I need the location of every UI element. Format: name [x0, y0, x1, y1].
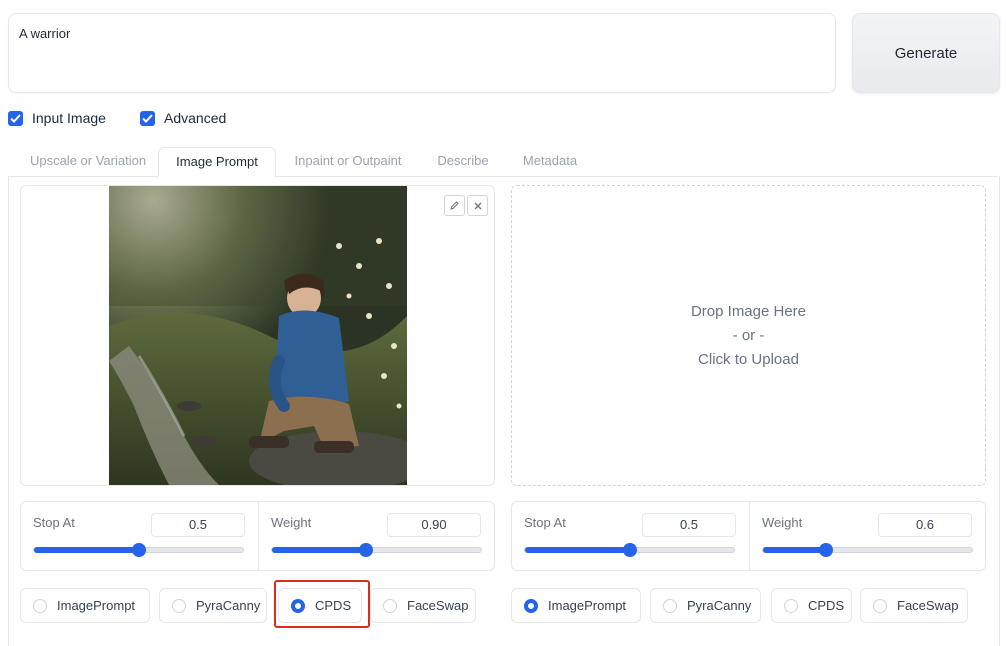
click-upload-text: Click to Upload: [698, 350, 799, 368]
radio-faceswap-right[interactable]: FaceSwap: [860, 588, 968, 623]
stop-at-number-input[interactable]: 0.5: [642, 513, 736, 537]
slider-fill: [763, 547, 826, 553]
radio-label: ImagePrompt: [57, 598, 136, 613]
prompt-textarea[interactable]: A warrior: [8, 13, 836, 93]
checkmark-icon: [140, 110, 155, 126]
stop-at-slider-group: Stop At 0.5: [512, 502, 749, 570]
tab-image-prompt[interactable]: Image Prompt: [158, 147, 276, 178]
radio-pyracanny-left[interactable]: PyraCanny: [159, 588, 267, 623]
stop-at-number-input[interactable]: 0.5: [151, 513, 245, 537]
slider-handle[interactable]: [622, 543, 637, 557]
advanced-label: Advanced: [164, 110, 227, 126]
close-icon[interactable]: [467, 195, 488, 216]
or-text: - or -: [732, 326, 765, 344]
radio-label: FaceSwap: [407, 598, 469, 613]
advanced-checkbox[interactable]: Advanced: [140, 110, 226, 126]
radio-cpds-left[interactable]: CPDS: [278, 588, 362, 623]
slider-fill: [272, 547, 367, 553]
edit-icon[interactable]: [444, 195, 465, 216]
radio-imageprompt-left[interactable]: ImagePrompt: [20, 588, 150, 623]
tab-upscale-or-variation[interactable]: Upscale or Variation: [14, 147, 162, 175]
tab-bar: Upscale or Variation Image Prompt Inpain…: [8, 147, 998, 178]
image-input-1[interactable]: [20, 185, 495, 486]
radio-dot: [172, 598, 186, 613]
left-slider-panel: Stop At 0.5 Weight 0.90: [20, 501, 495, 571]
radio-label: FaceSwap: [897, 598, 959, 613]
input-image-label: Input Image: [32, 110, 106, 126]
slider-fill: [34, 547, 139, 553]
tab-metadata[interactable]: Metadata: [510, 147, 590, 175]
right-slider-panel: Stop At 0.5 Weight 0.6: [511, 501, 986, 571]
input-image-checkbox[interactable]: Input Image: [8, 110, 106, 126]
weight-number-input[interactable]: 0.6: [878, 513, 972, 537]
weight-label: Weight: [271, 515, 312, 530]
tab-describe[interactable]: Describe: [426, 147, 500, 175]
radio-dot: [873, 598, 887, 613]
checkmark-icon: [8, 110, 23, 126]
uploaded-photo: [109, 186, 407, 485]
stop-at-slider[interactable]: [33, 543, 244, 557]
tab-inpaint-or-outpaint[interactable]: Inpaint or Outpaint: [280, 147, 416, 175]
drop-text: Drop Image Here: [690, 302, 807, 320]
slider-handle[interactable]: [818, 543, 833, 557]
weight-slider-group: Weight 0.90: [259, 502, 494, 570]
radio-label: CPDS: [315, 598, 352, 613]
stop-at-label: Stop At: [524, 515, 566, 530]
radio-imageprompt-right[interactable]: ImagePrompt: [511, 588, 641, 623]
weight-slider-group: Weight 0.6: [750, 502, 985, 570]
radio-pyracanny-right[interactable]: PyraCanny: [650, 588, 761, 623]
stop-at-slider-group: Stop At 0.5: [21, 502, 258, 570]
radio-label: ImagePrompt: [548, 598, 627, 613]
stop-at-slider[interactable]: [524, 543, 735, 557]
generate-button[interactable]: Generate: [852, 13, 1000, 93]
radio-dot: [784, 598, 798, 613]
radio-label: PyraCanny: [687, 598, 752, 613]
weight-slider[interactable]: [762, 543, 973, 557]
image-upload-dropzone[interactable]: Drop Image Here - or - Click to Upload: [511, 185, 986, 486]
radio-cpds-right[interactable]: CPDS: [771, 588, 852, 623]
radio-label: CPDS: [808, 598, 845, 613]
radio-faceswap-left[interactable]: FaceSwap: [370, 588, 476, 623]
radio-dot: [663, 598, 677, 613]
slider-fill: [525, 547, 630, 553]
weight-slider[interactable]: [271, 543, 482, 557]
radio-dot: [33, 598, 47, 613]
prompt-text: A warrior: [19, 26, 71, 41]
radio-label: PyraCanny: [196, 598, 261, 613]
stop-at-label: Stop At: [33, 515, 75, 530]
weight-label: Weight: [762, 515, 803, 530]
radio-dot: [524, 598, 538, 613]
slider-handle[interactable]: [359, 543, 374, 557]
radio-dot: [291, 598, 305, 613]
radio-dot: [383, 598, 397, 613]
weight-number-input[interactable]: 0.90: [387, 513, 481, 537]
slider-handle[interactable]: [131, 543, 146, 557]
